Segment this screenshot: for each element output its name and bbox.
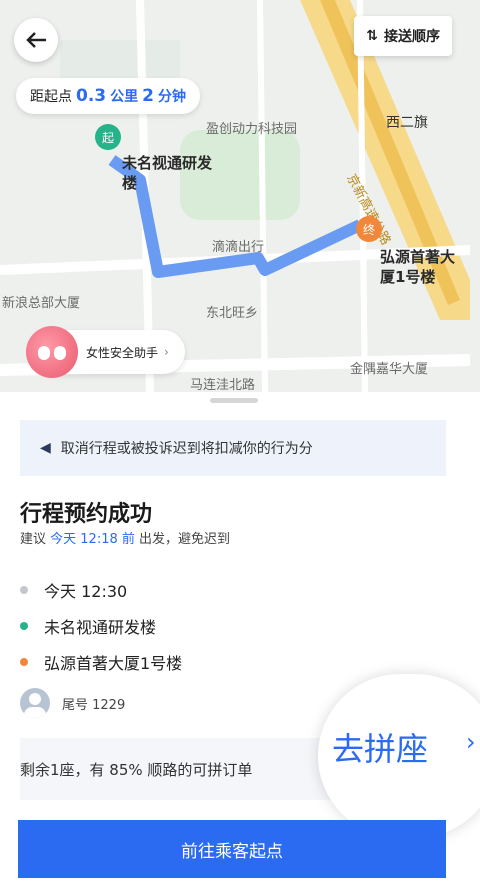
poi-label: 西二旗 <box>386 115 428 131</box>
carpool-text: 剩余1座，有 85% 顺路的可拼订单 <box>20 760 253 779</box>
poi-label: 盈创动力科技园 <box>206 122 298 137</box>
from-row: 未名视通研发楼 <box>20 614 156 638</box>
distance-pill: 距起点 0.3 公里 2 分钟 <box>16 78 200 114</box>
map-view[interactable]: 盈创动力科技园 西二旗 滴滴出行 新浪总部大厦 东北旺乡 金隅嘉华大厦 马连洼北… <box>0 0 480 392</box>
notice-text: 取消行程或被投诉迟到将扣减你的行为分 <box>60 441 313 457</box>
megaphone-icon: ◀ <box>40 440 51 456</box>
distance-min: 2 <box>142 86 154 106</box>
poi-label: 东北旺乡 <box>206 306 259 321</box>
poi-label: 滴滴出行 <box>212 240 265 255</box>
carpool-button[interactable]: 去拼座 <box>332 724 428 770</box>
start-label-line2: 楼 <box>122 174 138 192</box>
safety-mascot-icon <box>26 326 78 378</box>
distance-km-unit: 公里 <box>110 89 139 105</box>
bottom-sheet: ◀ 取消行程或被投诉迟到将扣减你的行为分 行程预约成功 建议 今天 12:18 … <box>0 392 480 894</box>
pickup-order-label: 接送顺序 <box>384 29 440 45</box>
poi-label: 金隅嘉华大厦 <box>350 362 429 377</box>
end-pin-icon: 终 <box>356 216 382 242</box>
sort-icon: ⇅ <box>366 28 378 44</box>
avatar-icon <box>20 688 50 718</box>
to-row: 弘源首著大厦1号楼 <box>20 650 182 674</box>
distance-min-unit: 分钟 <box>157 89 186 105</box>
distance-km: 0.3 <box>76 86 107 106</box>
distance-prefix: 距起点 <box>30 89 72 105</box>
start-label: 未名视通研发 <box>122 154 213 172</box>
poi-label: 马连洼北路 <box>190 378 256 392</box>
go-to-pickup-button[interactable]: 前往乘客起点 <box>18 820 446 878</box>
subtitle: 建议 今天 12:18 前 出发，避免迟到 <box>20 528 230 547</box>
clock-icon <box>20 586 28 594</box>
notice-banner: ◀ 取消行程或被投诉迟到将扣减你的行为分 <box>20 420 446 476</box>
pickup-order-button[interactable]: ⇅ 接送顺序 <box>354 16 452 56</box>
chevron-right-icon: › <box>164 345 169 359</box>
end-label: 弘源首著大 <box>380 248 456 266</box>
start-dot-icon <box>20 622 28 630</box>
passenger-tail-number: 尾号 1229 <box>62 697 126 713</box>
drag-handle[interactable] <box>210 398 258 403</box>
from-address: 未名视通研发楼 <box>44 618 157 637</box>
trip-time: 今天 12:30 <box>44 582 128 601</box>
back-button[interactable] <box>14 18 58 62</box>
poi-label: 新浪总部大厦 <box>2 296 81 311</box>
back-arrow-icon <box>26 32 46 48</box>
safety-assistant-label: 女性安全助手 <box>86 345 159 360</box>
end-dot-icon <box>20 658 28 666</box>
subtitle-prefix: 建议 <box>20 532 47 547</box>
subtitle-time: 今天 12:18 前 <box>50 532 135 547</box>
carpool-magnifier[interactable]: 去拼座 › <box>318 674 480 838</box>
chevron-right-icon: › <box>466 728 476 756</box>
subtitle-suffix: 出发，避免迟到 <box>139 532 231 547</box>
safety-assistant-button[interactable]: 女性安全助手 › <box>26 326 185 378</box>
page-title: 行程预约成功 <box>20 502 153 527</box>
to-address: 弘源首著大厦1号楼 <box>44 654 183 673</box>
passenger-row[interactable]: 尾号 1229 <box>20 688 125 718</box>
end-label-line2: 厦1号楼 <box>380 268 436 286</box>
start-pin-icon: 起 <box>95 124 121 150</box>
trip-time-row: 今天 12:30 <box>20 578 127 602</box>
